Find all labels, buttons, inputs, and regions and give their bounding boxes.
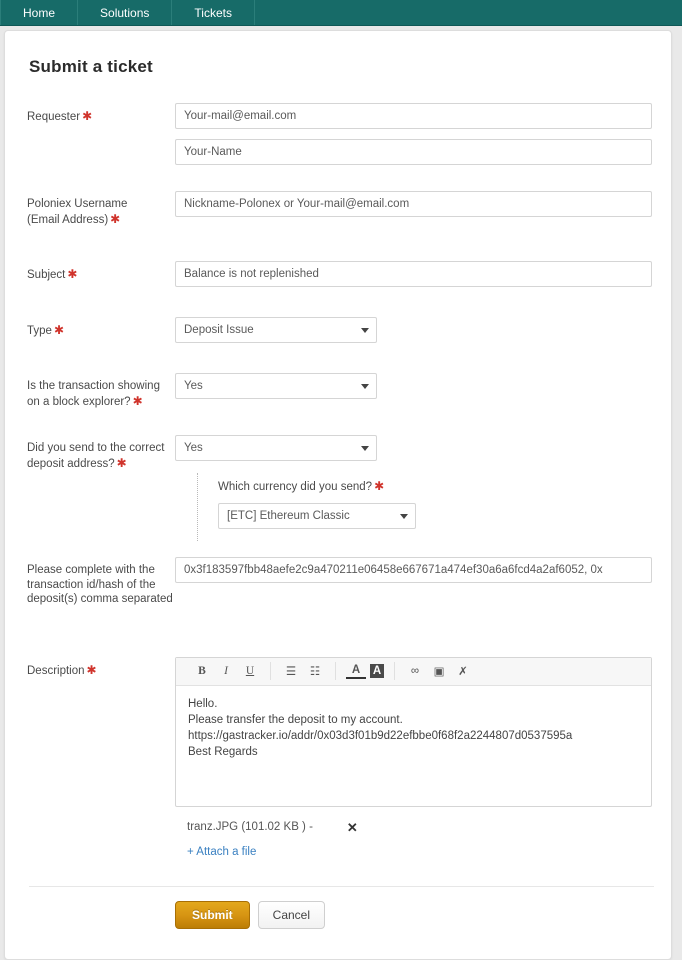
description-line: Best Regards [188, 745, 258, 758]
correct-address-field: Yes Which currency did you send? ✱ [ETC] … [175, 435, 649, 541]
numbered-list-icon[interactable]: ☷ [305, 662, 325, 680]
required-asterisk: ✱ [132, 393, 143, 408]
description-line: Hello. [188, 697, 218, 710]
subject-label: Subject ✱ [27, 261, 175, 283]
currency-conditional-block: Which currency did you send? ✱ [ETC] Ethe… [197, 473, 649, 541]
description-line: https://gastracker.io/addr/0x03d3f01b9d2… [188, 729, 573, 742]
requester-fields [175, 103, 652, 165]
type-select-value: Deposit Issue [184, 324, 254, 336]
block-explorer-select-value: Yes [184, 380, 203, 392]
required-asterisk: ✱ [86, 662, 97, 677]
bold-icon[interactable]: B [192, 662, 212, 680]
poloniex-username-label: Poloniex Username (Email Address) ✱ [27, 191, 175, 227]
requester-email-input[interactable] [175, 103, 652, 129]
top-navigation-bar: Home Solutions Tickets [0, 0, 682, 26]
required-asterisk: ✱ [67, 267, 78, 281]
currency-select[interactable]: [ETC] Ethereum Classic [218, 503, 416, 529]
poloniex-username-input[interactable] [175, 191, 652, 217]
requester-name-input[interactable] [175, 139, 652, 165]
toolbar-group-lists: ☰ ☷ [271, 662, 336, 680]
description-label: Description ✱ [27, 657, 175, 679]
chevron-down-icon [361, 446, 369, 451]
form-row-description: Description ✱ B I U ☰ ☷ A A ∞ ▣ ✗ Hello.… [27, 656, 652, 860]
highlight-color-icon[interactable]: A [370, 664, 384, 678]
correct-address-select[interactable]: Yes [175, 435, 377, 461]
bullet-list-icon[interactable]: ☰ [281, 662, 301, 680]
form-row-requester: Requester ✱ [27, 103, 652, 165]
type-select[interactable]: Deposit Issue [175, 317, 377, 343]
nav-item-home[interactable]: Home [0, 0, 79, 25]
correct-address-label: Did you send to the correct deposit addr… [27, 435, 175, 471]
attach-file-link[interactable]: + Attach a file [187, 846, 256, 858]
remove-attachment-icon[interactable]: ✕ [347, 821, 358, 834]
currency-select-value: [ETC] Ethereum Classic [227, 510, 350, 522]
type-label-text: Type [27, 325, 52, 337]
toolbar-group-text-style: B I U [182, 662, 271, 680]
required-asterisk: ✱ [374, 479, 385, 493]
type-label: Type ✱ [27, 317, 175, 339]
footer-divider [29, 885, 654, 887]
currency-label-text: Which currency did you send? [218, 481, 373, 493]
poloniex-username-label-line1: Poloniex Username [27, 198, 128, 210]
transaction-hash-field [175, 557, 652, 583]
poloniex-username-label-line2: (Email Address) [27, 213, 109, 226]
type-field: Deposit Issue [175, 317, 649, 343]
cancel-button[interactable]: Cancel [257, 900, 326, 929]
description-field: B I U ☰ ☷ A A ∞ ▣ ✗ Hello. Please transf… [175, 656, 652, 860]
requester-label: Requester ✱ [27, 103, 175, 125]
subject-field [175, 261, 652, 287]
nav-item-solutions[interactable]: Solutions [78, 0, 173, 25]
form-row-block-explorer: Is the transaction showing on a block ex… [27, 373, 649, 409]
insert-image-icon[interactable]: ▣ [429, 662, 449, 680]
page-wrapper: Submit a ticket Requester✱ Poloniex User… [0, 26, 682, 960]
required-asterisk: ✱ [82, 109, 93, 123]
rich-text-editor: B I U ☰ ☷ A A ∞ ▣ ✗ Hello. Please transf… [175, 656, 652, 807]
correct-address-label-text: Did you send to the correct deposit addr… [27, 442, 165, 470]
required-asterisk: ✱ [116, 455, 127, 470]
form-row-subject: Subject ✱ [27, 261, 652, 287]
editor-toolbar: B I U ☰ ☷ A A ∞ ▣ ✗ [176, 657, 651, 686]
toolbar-group-colors: A A [336, 662, 395, 680]
description-label-text: Description [27, 664, 85, 677]
correct-address-select-value: Yes [184, 442, 203, 454]
transaction-hash-input[interactable] [175, 557, 652, 583]
form-row-type: Type ✱ Deposit Issue [27, 317, 649, 343]
requester-label-text: Requester [27, 111, 81, 123]
description-line: Please transfer the deposit to my accoun… [188, 713, 403, 726]
nav-item-tickets[interactable]: Tickets [172, 0, 255, 25]
font-color-icon[interactable]: A [346, 664, 366, 679]
chevron-down-icon [400, 514, 408, 519]
page-title: Submit a ticket [29, 57, 153, 76]
insert-link-icon[interactable]: ∞ [405, 662, 425, 680]
required-asterisk: ✱ [53, 323, 64, 337]
form-actions: Submit Cancel [175, 900, 649, 947]
toolbar-group-insert: ∞ ▣ ✗ [395, 662, 483, 680]
submit-button[interactable]: Submit [175, 900, 250, 929]
description-textarea[interactable]: Hello. Please transfer the deposit to my… [176, 686, 651, 806]
block-explorer-select[interactable]: Yes [175, 373, 377, 399]
poloniex-username-field [175, 191, 652, 217]
attachment-file-name: tranz.JPG (101.02 KB ) - [187, 821, 313, 833]
italic-icon[interactable]: I [216, 662, 236, 680]
transaction-hash-label: Please complete with the transaction id/… [27, 564, 173, 605]
chevron-down-icon [361, 384, 369, 389]
block-explorer-field: Yes [175, 373, 649, 399]
clear-formatting-icon[interactable]: ✗ [453, 662, 473, 680]
subject-label-text: Subject [27, 269, 66, 281]
currency-label: Which currency did you send? ✱ [218, 479, 649, 493]
underline-icon[interactable]: U [240, 662, 260, 680]
form-row-correct-address: Did you send to the correct deposit addr… [27, 435, 649, 541]
attachment-item: tranz.JPG (101.02 KB ) - ✕ [187, 821, 652, 834]
form-row-poloniex-username: Poloniex Username (Email Address) ✱ [27, 191, 652, 227]
ticket-form-card: Submit a ticket Requester✱ Poloniex User… [4, 30, 672, 960]
required-asterisk: ✱ [110, 211, 121, 226]
chevron-down-icon [361, 328, 369, 333]
form-row-transaction-hash: Please complete with the transaction id/… [27, 557, 652, 607]
block-explorer-label: Is the transaction showing on a block ex… [27, 373, 175, 409]
subject-input[interactable] [175, 261, 652, 287]
